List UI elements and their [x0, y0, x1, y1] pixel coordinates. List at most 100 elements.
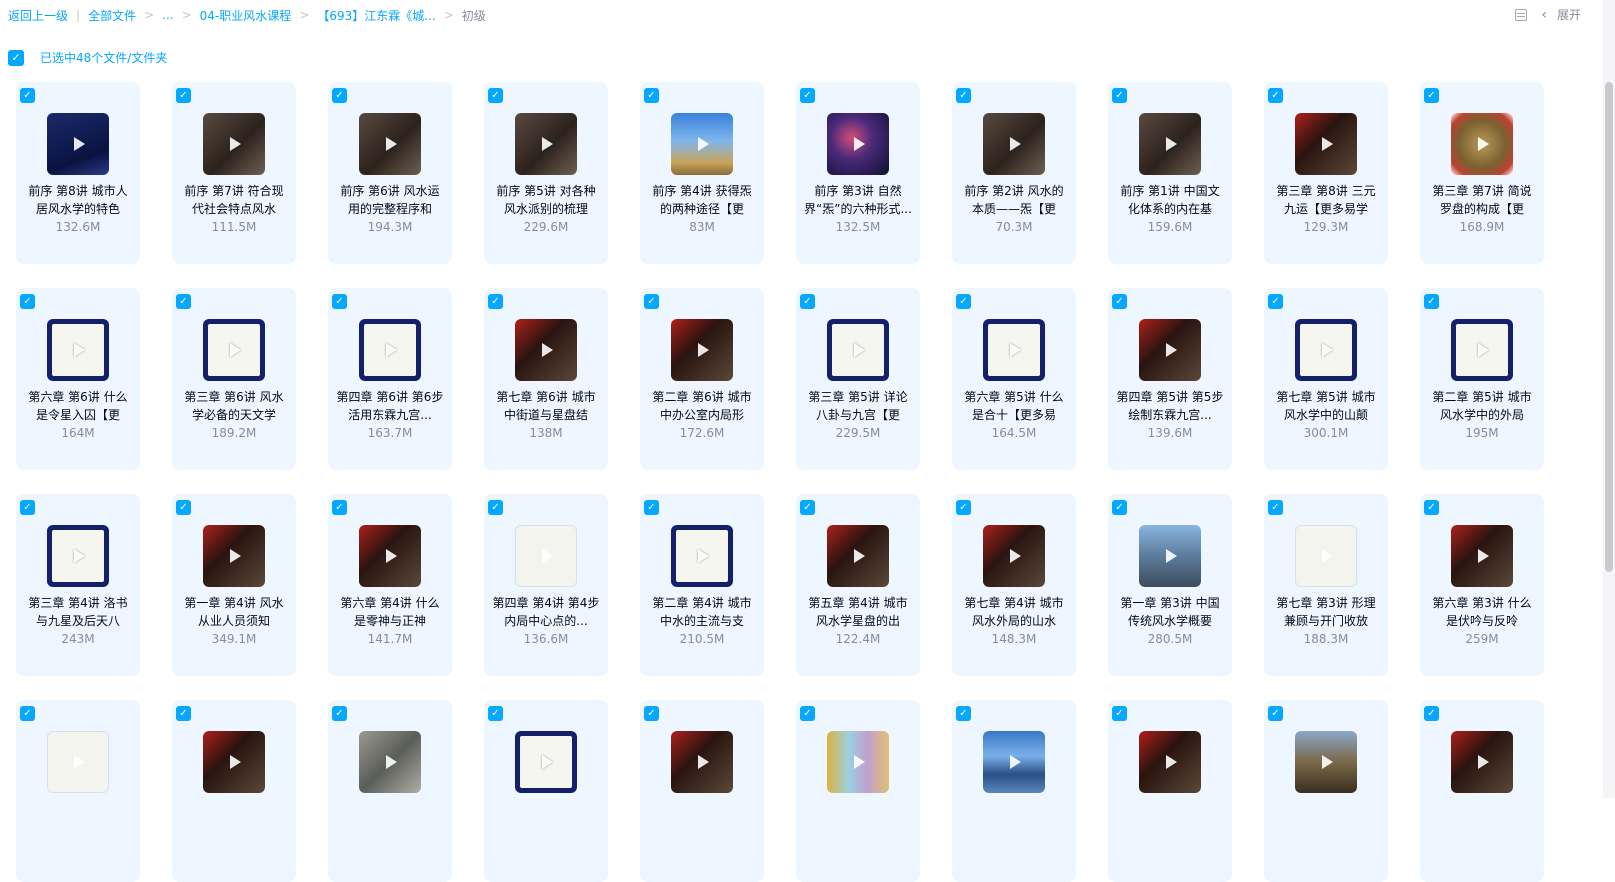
- file-card[interactable]: ✓: [952, 700, 1076, 882]
- file-card[interactable]: ✓: [1420, 700, 1544, 882]
- file-checkbox[interactable]: ✓: [956, 500, 971, 515]
- file-name[interactable]: 前序 第7讲 符合现代社会特点风水: [180, 182, 288, 218]
- video-thumbnail[interactable]: [1295, 525, 1357, 587]
- file-checkbox[interactable]: ✓: [1112, 706, 1127, 721]
- file-checkbox[interactable]: ✓: [1112, 500, 1127, 515]
- file-card[interactable]: ✓ 第二章 第4讲 城市中水的主流与支 210.5M: [640, 494, 764, 676]
- file-card[interactable]: ✓ 第七章 第5讲 城市风水学中的山颠 300.1M: [1264, 288, 1388, 470]
- file-name[interactable]: 第七章 第5讲 城市风水学中的山颠: [1272, 388, 1380, 424]
- file-name[interactable]: [960, 800, 1068, 836]
- video-thumbnail[interactable]: [47, 731, 109, 793]
- file-checkbox[interactable]: ✓: [176, 88, 191, 103]
- file-name[interactable]: 第二章 第5讲 城市风水学中的外局: [1428, 388, 1536, 424]
- file-card[interactable]: ✓ 第三章 第8讲 三元九运【更多易学 129.3M: [1264, 82, 1388, 264]
- file-card[interactable]: ✓ 前序 第1讲 中国文化体系的内在基 159.6M: [1108, 82, 1232, 264]
- file-checkbox[interactable]: ✓: [20, 500, 35, 515]
- video-thumbnail[interactable]: [671, 731, 733, 793]
- file-name[interactable]: [1116, 800, 1224, 836]
- file-name[interactable]: [648, 800, 756, 836]
- video-thumbnail[interactable]: [203, 731, 265, 793]
- video-thumbnail[interactable]: [359, 113, 421, 175]
- file-checkbox[interactable]: ✓: [1268, 294, 1283, 309]
- file-name[interactable]: 第三章 第4讲 洛书与九星及后天八: [24, 594, 132, 630]
- file-name[interactable]: 前序 第3讲 自然界“炁”的六种形式...: [804, 182, 912, 218]
- file-name[interactable]: 第七章 第6讲 城市中街道与星盘结: [492, 388, 600, 424]
- file-card[interactable]: ✓ 前序 第5讲 对各种风水派别的梳理 229.6M: [484, 82, 608, 264]
- file-card[interactable]: ✓ 前序 第6讲 风水运用的完整程序和 194.3M: [328, 82, 452, 264]
- video-thumbnail[interactable]: [203, 319, 265, 381]
- file-name[interactable]: 前序 第1讲 中国文化体系的内在基: [1116, 182, 1224, 218]
- file-name[interactable]: 第五章 第4讲 城市风水学星盘的出: [804, 594, 912, 630]
- file-name[interactable]: 第三章 第5讲 详论八卦与九宫【更: [804, 388, 912, 424]
- file-name[interactable]: 第六章 第5讲 什么是合十【更多易: [960, 388, 1068, 424]
- file-card[interactable]: ✓ 前序 第2讲 风水的本质——炁【更 70.3M: [952, 82, 1076, 264]
- video-thumbnail[interactable]: [1139, 319, 1201, 381]
- video-thumbnail[interactable]: [1139, 731, 1201, 793]
- file-checkbox[interactable]: ✓: [488, 294, 503, 309]
- file-checkbox[interactable]: ✓: [644, 706, 659, 721]
- video-thumbnail[interactable]: [1139, 113, 1201, 175]
- file-card[interactable]: ✓ 第五章 第4讲 城市风水学星盘的出 122.4M: [796, 494, 920, 676]
- file-card[interactable]: ✓: [1108, 700, 1232, 882]
- file-checkbox[interactable]: ✓: [488, 500, 503, 515]
- file-checkbox[interactable]: ✓: [956, 294, 971, 309]
- file-checkbox[interactable]: ✓: [644, 294, 659, 309]
- file-checkbox[interactable]: ✓: [1268, 500, 1283, 515]
- back-link[interactable]: 返回上一级: [8, 7, 68, 24]
- file-card[interactable]: ✓: [796, 700, 920, 882]
- file-name[interactable]: 第三章 第7讲 简说罗盘的构成【更: [1428, 182, 1536, 218]
- breadcrumb-folder[interactable]: 【693】江东霖《城...: [317, 7, 435, 24]
- video-thumbnail[interactable]: [671, 319, 733, 381]
- file-name[interactable]: [336, 800, 444, 836]
- breadcrumb-course[interactable]: 04-职业风水课程: [200, 7, 292, 24]
- expand-button[interactable]: ‹ 展开: [1541, 6, 1581, 23]
- file-name[interactable]: [24, 800, 132, 836]
- file-checkbox[interactable]: ✓: [20, 88, 35, 103]
- file-name[interactable]: 第七章 第4讲 城市风水外局的山水: [960, 594, 1068, 630]
- file-card[interactable]: ✓ 第六章 第4讲 什么是零神与正神 141.7M: [328, 494, 452, 676]
- video-thumbnail[interactable]: [671, 525, 733, 587]
- file-card[interactable]: ✓ 第三章 第6讲 风水学必备的天文学 189.2M: [172, 288, 296, 470]
- file-checkbox[interactable]: ✓: [332, 88, 347, 103]
- file-checkbox[interactable]: ✓: [800, 706, 815, 721]
- file-name[interactable]: 第七章 第3讲 形理兼顾与开门收放: [1272, 594, 1380, 630]
- file-card[interactable]: ✓ 前序 第3讲 自然界“炁”的六种形式... 132.5M: [796, 82, 920, 264]
- file-card[interactable]: ✓: [328, 700, 452, 882]
- file-checkbox[interactable]: ✓: [644, 88, 659, 103]
- file-name[interactable]: 前序 第4讲 获得炁的两种途径【更: [648, 182, 756, 218]
- video-thumbnail[interactable]: [827, 319, 889, 381]
- video-thumbnail[interactable]: [515, 525, 577, 587]
- file-checkbox[interactable]: ✓: [956, 706, 971, 721]
- breadcrumb-all-files[interactable]: 全部文件: [88, 7, 136, 24]
- file-card[interactable]: ✓ 第四章 第6讲 第6步 活用东霖九宫... 163.7M: [328, 288, 452, 470]
- file-checkbox[interactable]: ✓: [1112, 88, 1127, 103]
- file-name[interactable]: 前序 第5讲 对各种风水派别的梳理: [492, 182, 600, 218]
- file-card[interactable]: ✓ 第四章 第4讲 第4步 内局中心点的... 136.6M: [484, 494, 608, 676]
- file-checkbox[interactable]: ✓: [956, 88, 971, 103]
- file-card[interactable]: ✓ 第七章 第3讲 形理兼顾与开门收放 188.3M: [1264, 494, 1388, 676]
- file-checkbox[interactable]: ✓: [488, 88, 503, 103]
- file-name[interactable]: 第四章 第5讲 第5步 绘制东霖九宫...: [1116, 388, 1224, 424]
- file-checkbox[interactable]: ✓: [488, 706, 503, 721]
- file-checkbox[interactable]: ✓: [1268, 706, 1283, 721]
- file-card[interactable]: ✓ 第六章 第6讲 什么是令星入囚【更 164M: [16, 288, 140, 470]
- file-checkbox[interactable]: ✓: [800, 500, 815, 515]
- video-thumbnail[interactable]: [515, 731, 577, 793]
- video-thumbnail[interactable]: [1451, 319, 1513, 381]
- video-thumbnail[interactable]: [359, 319, 421, 381]
- file-name[interactable]: 第六章 第4讲 什么是零神与正神: [336, 594, 444, 630]
- file-checkbox[interactable]: ✓: [20, 706, 35, 721]
- file-name[interactable]: [1272, 800, 1380, 836]
- file-name[interactable]: [804, 800, 912, 836]
- file-checkbox[interactable]: ✓: [800, 88, 815, 103]
- video-thumbnail[interactable]: [827, 525, 889, 587]
- file-name[interactable]: [492, 800, 600, 836]
- video-thumbnail[interactable]: [983, 731, 1045, 793]
- file-card[interactable]: ✓ 第二章 第6讲 城市中办公室内局形 172.6M: [640, 288, 764, 470]
- file-card[interactable]: ✓ 第三章 第7讲 简说罗盘的构成【更 168.9M: [1420, 82, 1544, 264]
- file-card[interactable]: ✓ 第六章 第5讲 什么是合十【更多易 164.5M: [952, 288, 1076, 470]
- file-name[interactable]: 第二章 第6讲 城市中办公室内局形: [648, 388, 756, 424]
- video-thumbnail[interactable]: [1451, 731, 1513, 793]
- file-card[interactable]: ✓ 第一章 第4讲 风水从业人员须知 349.1M: [172, 494, 296, 676]
- file-checkbox[interactable]: ✓: [1424, 706, 1439, 721]
